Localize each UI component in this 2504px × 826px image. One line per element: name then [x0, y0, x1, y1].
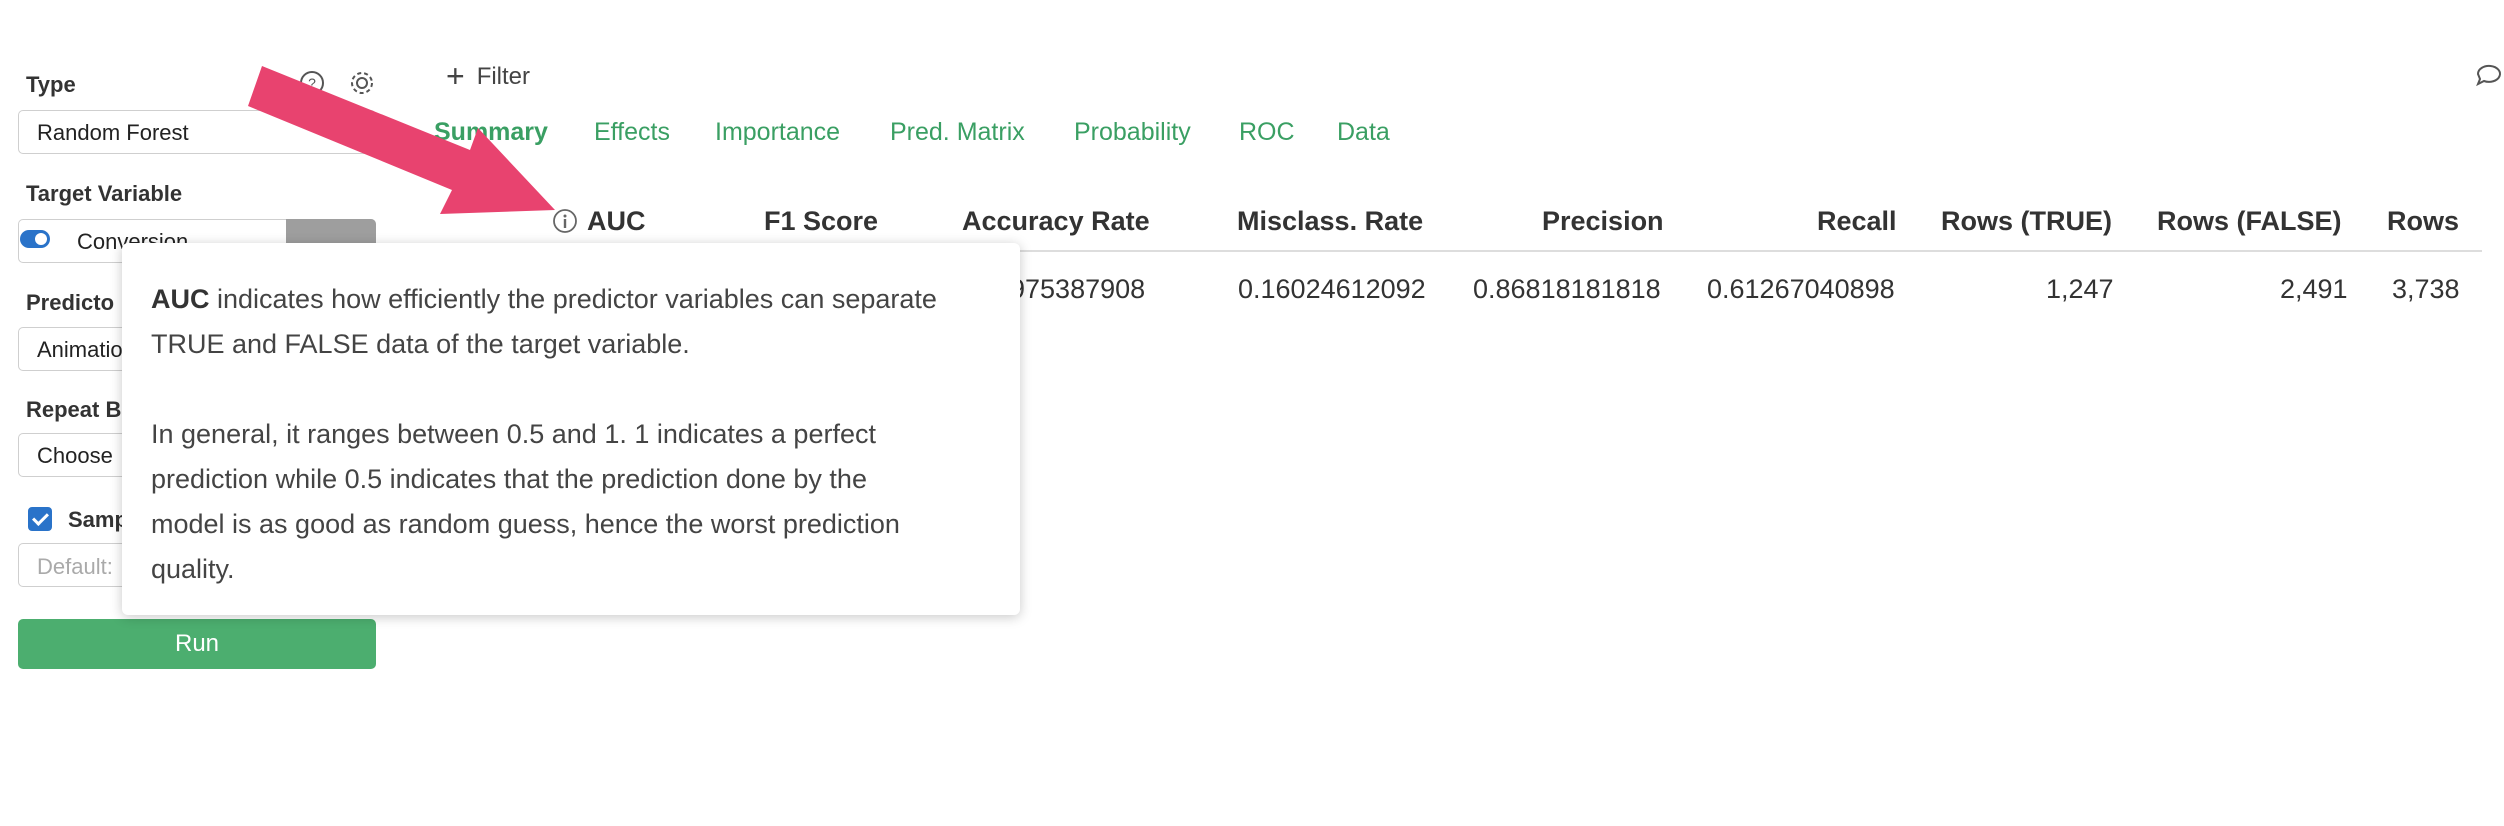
column-header-accuracy-rate[interactable]: Accuracy Rate	[962, 206, 1150, 237]
target-variable-label: Target Variable	[26, 181, 183, 206]
tooltip-line-1: indicates how efficiently the predictor …	[209, 284, 937, 314]
tooltip-para2-line-2: prediction while 0.5 indicates that the …	[151, 464, 867, 494]
column-header-auc[interactable]: AUC	[587, 206, 646, 237]
tooltip-line-2: TRUE and FALSE data of the target variab…	[151, 329, 690, 359]
tooltip-para2-line-1: In general, it ranges between 0.5 and 1.…	[151, 419, 876, 449]
tab-roc[interactable]: ROC	[1239, 118, 1295, 147]
predictor-value: Animatio	[37, 337, 123, 362]
sample-size-placeholder: Default:	[37, 554, 113, 579]
column-header-rows-true[interactable]: Rows (TRUE)	[1941, 206, 2112, 237]
repeat-label: Repeat B	[26, 397, 122, 422]
tooltip-para2-line-3: model is as good as random guess, hence …	[151, 509, 900, 539]
tab-probability[interactable]: Probability	[1074, 118, 1191, 147]
repeat-value: Choose	[37, 443, 113, 468]
tab-effects[interactable]: Effects	[594, 118, 670, 147]
comment-icon[interactable]	[2474, 60, 2504, 90]
help-icon[interactable]: ?	[297, 68, 327, 98]
gear-icon[interactable]	[347, 68, 377, 98]
column-header-rows-false[interactable]: Rows (FALSE)	[2157, 206, 2342, 237]
cell-recall: 0.61267040898	[1707, 274, 1895, 304]
target-variable-toggle[interactable]	[20, 230, 50, 248]
filter-button[interactable]: + Filter	[446, 58, 530, 95]
tab-importance[interactable]: Importance	[715, 118, 840, 147]
info-icon[interactable]	[552, 208, 578, 234]
run-button[interactable]: Run	[18, 619, 376, 669]
svg-text:?: ?	[308, 75, 316, 91]
plus-icon: +	[446, 58, 465, 94]
tab-data[interactable]: Data	[1337, 118, 1390, 147]
cell-accuracy-rate: 975387908	[1010, 274, 1146, 304]
tooltip-term: AUC	[151, 284, 210, 314]
cell-misclass-rate: 0.16024612092	[1238, 274, 1426, 304]
predictor-label: Predicto	[26, 290, 115, 315]
tooltip-paragraph-1: AUC indicates how efficiently the predic…	[151, 277, 992, 322]
cell-precision: 0.86818181818	[1473, 274, 1661, 304]
column-header-misclass-rate[interactable]: Misclass. Rate	[1237, 206, 1423, 237]
cell-rows-false: 2,491	[2280, 274, 2348, 304]
cell-rows: 3,738	[2392, 274, 2460, 304]
sample-checkbox[interactable]	[28, 507, 52, 531]
column-header-recall[interactable]: Recall	[1817, 206, 1897, 237]
auc-tooltip: AUC indicates how efficiently the predic…	[122, 243, 1020, 615]
cell-rows-true: 1,247	[2046, 274, 2114, 304]
column-header-precision[interactable]: Precision	[1542, 206, 1664, 237]
type-label: Type	[26, 72, 76, 97]
sample-label: Samp	[68, 507, 128, 532]
type-select-value: Random Forest	[37, 120, 189, 145]
chevron-down-icon	[347, 129, 361, 137]
column-header-rows[interactable]: Rows	[2387, 206, 2459, 237]
tab-pred-matrix[interactable]: Pred. Matrix	[890, 118, 1025, 147]
tooltip-para2-line-4: quality.	[151, 554, 235, 584]
tab-summary[interactable]: Summary	[434, 118, 548, 147]
type-select[interactable]: Random Forest	[18, 110, 376, 154]
column-header-f1-score[interactable]: F1 Score	[764, 206, 878, 237]
filter-label: Filter	[476, 63, 531, 90]
